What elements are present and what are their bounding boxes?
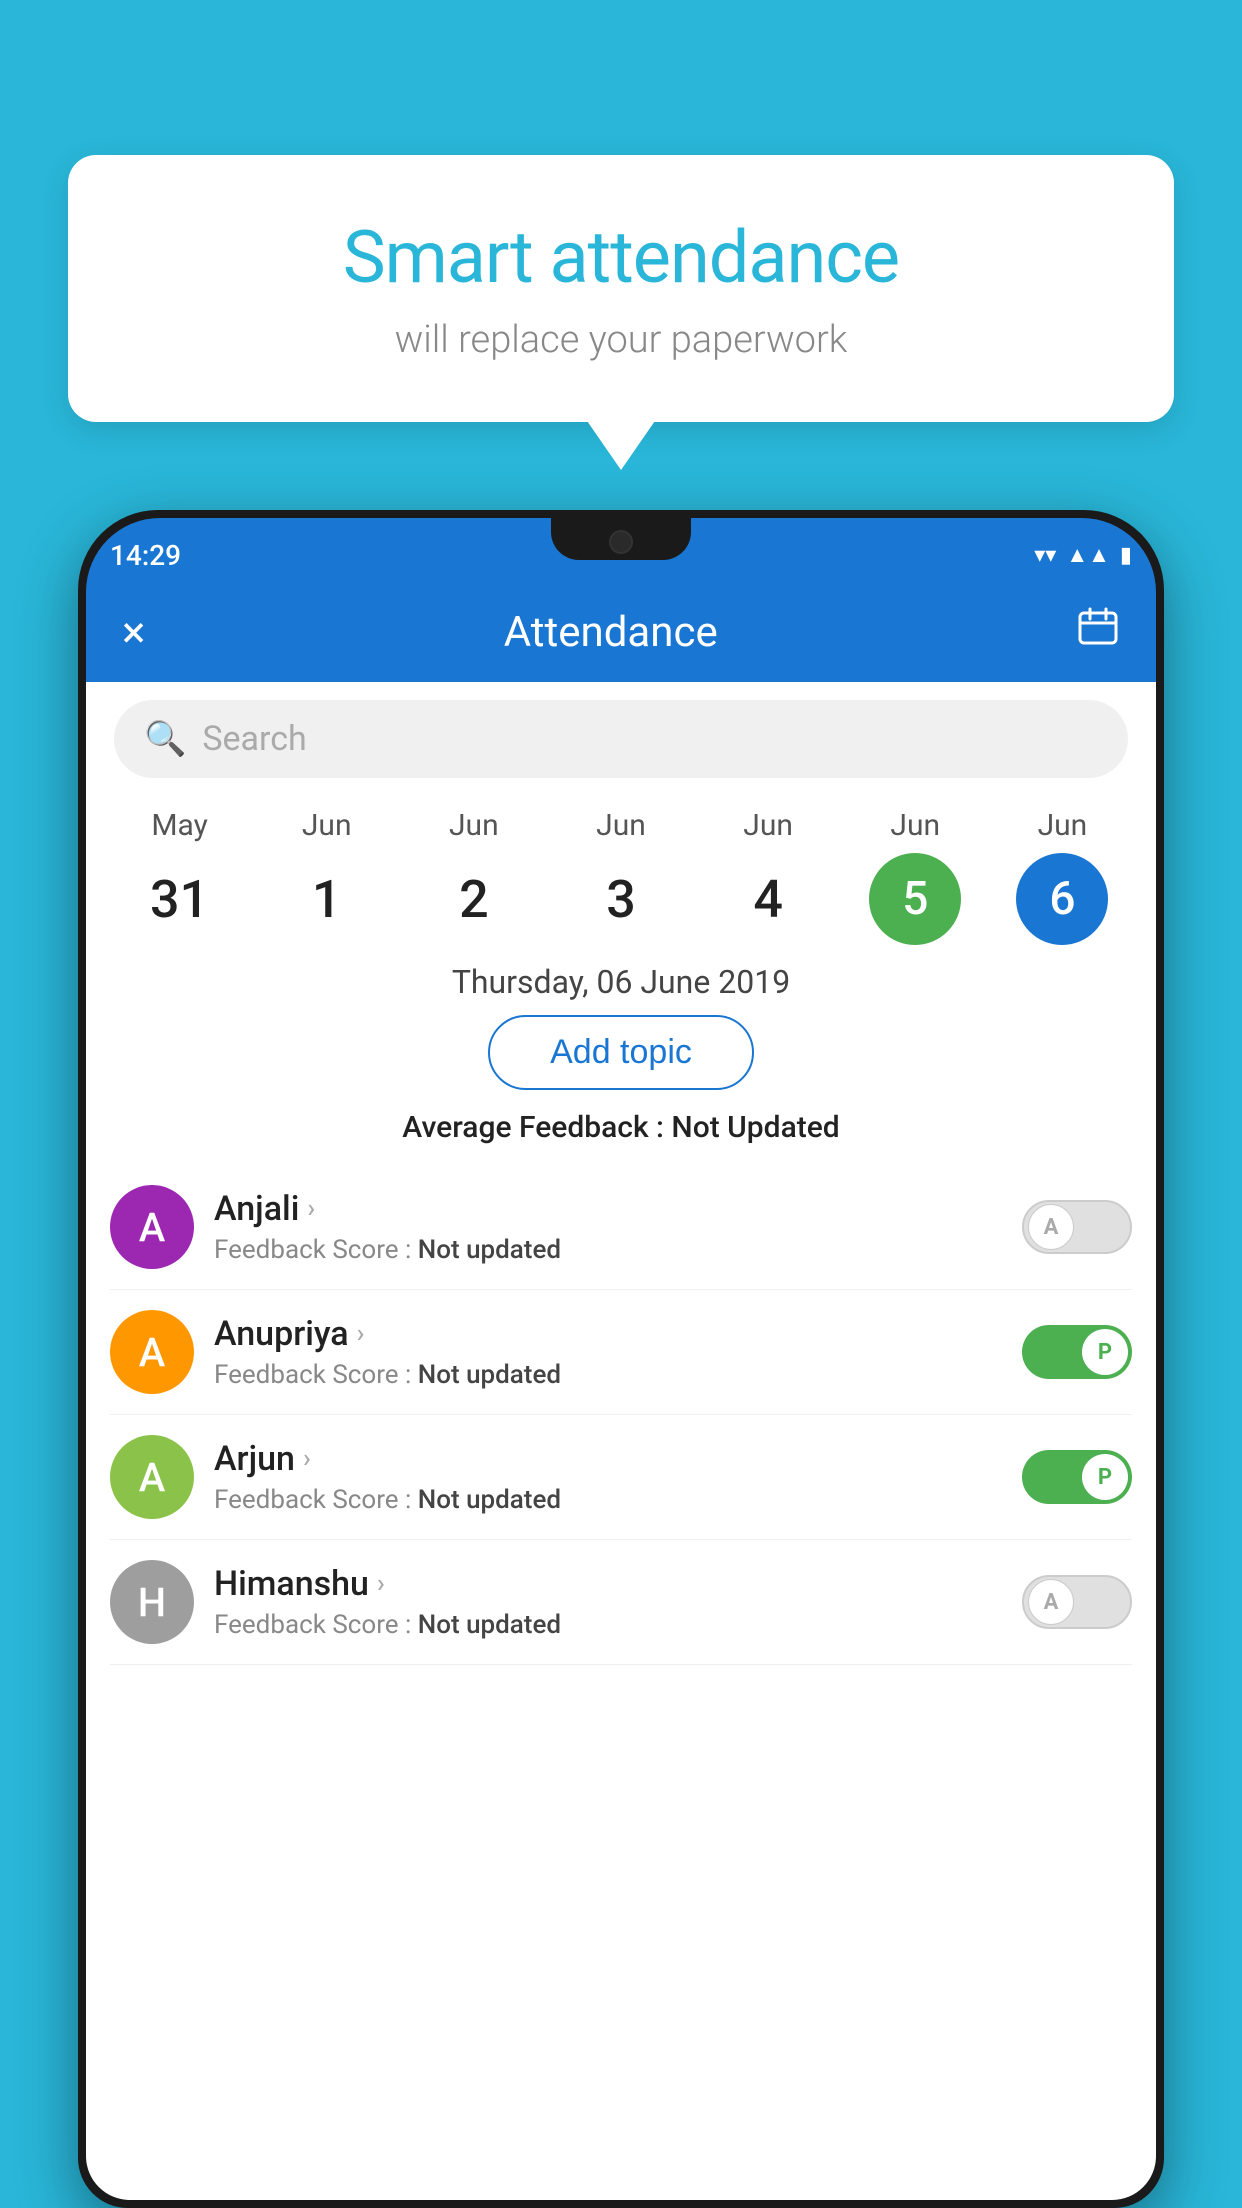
student-item-2: A Arjun › Feedback Score : Not updated P bbox=[110, 1415, 1132, 1540]
wifi-icon: ▾▾ bbox=[1034, 543, 1056, 568]
student-item-0: A Anjali › Feedback Score : Not updated A bbox=[110, 1165, 1132, 1290]
chevron-icon-1: › bbox=[357, 1319, 365, 1349]
student-info-1: Anupriya › Feedback Score : Not updated bbox=[214, 1314, 1002, 1390]
bubble-subtitle: will replace your paperwork bbox=[148, 318, 1094, 362]
student-item-1: A Anupriya › Feedback Score : Not updated P bbox=[110, 1290, 1132, 1415]
avatar-1: A bbox=[110, 1310, 194, 1394]
calendar-icon[interactable] bbox=[1076, 605, 1120, 659]
date-col-6[interactable]: Jun 6 bbox=[1002, 808, 1122, 945]
date-day-4[interactable]: 4 bbox=[722, 853, 814, 945]
avatar-2: A bbox=[110, 1435, 194, 1519]
date-col-3[interactable]: Jun 3 bbox=[561, 808, 681, 945]
date-month-6: Jun bbox=[1038, 808, 1088, 843]
avatar-0: A bbox=[110, 1185, 194, 1269]
avg-feedback-value: Not Updated bbox=[671, 1110, 839, 1145]
date-month-2: Jun bbox=[449, 808, 499, 843]
date-day-6[interactable]: 6 bbox=[1016, 853, 1108, 945]
student-name-3[interactable]: Himanshu › bbox=[214, 1564, 1002, 1604]
screen-content: 🔍 Search May 31 Jun 1 Jun 2 Jun 3 Jun 4 Jun 5 Jun 6 T… bbox=[86, 682, 1156, 2200]
date-month-4: Jun bbox=[743, 808, 793, 843]
toggle-0[interactable]: A bbox=[1022, 1200, 1132, 1254]
date-day-2[interactable]: 2 bbox=[428, 853, 520, 945]
app-bar-title: Attendance bbox=[504, 608, 718, 657]
date-month-5: Jun bbox=[890, 808, 940, 843]
feedback-value-2: Not updated bbox=[418, 1485, 561, 1515]
date-day-1[interactable]: 1 bbox=[281, 853, 373, 945]
speech-bubble-container: Smart attendance will replace your paper… bbox=[68, 155, 1174, 422]
chevron-icon-2: › bbox=[303, 1444, 311, 1474]
date-col-5[interactable]: Jun 5 bbox=[855, 808, 975, 945]
student-info-2: Arjun › Feedback Score : Not updated bbox=[214, 1439, 1002, 1515]
student-name-1[interactable]: Anupriya › bbox=[214, 1314, 1002, 1354]
date-day-5[interactable]: 5 bbox=[869, 853, 961, 945]
student-name-2[interactable]: Arjun › bbox=[214, 1439, 1002, 1479]
feedback-score-1: Feedback Score : Not updated bbox=[214, 1360, 1002, 1390]
selected-date-text: Thursday, 06 June 2019 bbox=[86, 963, 1156, 1001]
date-month-0: May bbox=[151, 808, 207, 843]
student-info-3: Himanshu › Feedback Score : Not updated bbox=[214, 1564, 1002, 1640]
search-placeholder: Search bbox=[202, 719, 306, 759]
toggle-3[interactable]: A bbox=[1022, 1575, 1132, 1629]
avatar-3: H bbox=[110, 1560, 194, 1644]
date-col-4[interactable]: Jun 4 bbox=[708, 808, 828, 945]
feedback-score-0: Feedback Score : Not updated bbox=[214, 1235, 1002, 1265]
battery-icon: ▮ bbox=[1120, 543, 1132, 568]
student-item-3: H Himanshu › Feedback Score : Not updated A bbox=[110, 1540, 1132, 1665]
student-info-0: Anjali › Feedback Score : Not updated bbox=[214, 1189, 1002, 1265]
bubble-title: Smart attendance bbox=[148, 215, 1094, 300]
date-month-1: Jun bbox=[302, 808, 352, 843]
date-col-2[interactable]: Jun 2 bbox=[414, 808, 534, 945]
app-bar: × Attendance bbox=[86, 582, 1156, 682]
date-col-0[interactable]: May 31 bbox=[120, 808, 240, 945]
phone-inner: 14:29 ▾▾ ▲▲ ▮ × Attendance bbox=[86, 518, 1156, 2200]
phone-notch bbox=[551, 518, 691, 560]
feedback-score-2: Feedback Score : Not updated bbox=[214, 1485, 1002, 1515]
search-container: 🔍 Search bbox=[86, 682, 1156, 796]
feedback-value-0: Not updated bbox=[418, 1235, 561, 1265]
student-name-0[interactable]: Anjali › bbox=[214, 1189, 1002, 1229]
phone-frame: 14:29 ▾▾ ▲▲ ▮ × Attendance bbox=[78, 510, 1164, 2208]
add-topic-button[interactable]: Add topic bbox=[488, 1015, 754, 1090]
toggle-1[interactable]: P bbox=[1022, 1325, 1132, 1379]
front-camera bbox=[609, 530, 633, 554]
date-day-0[interactable]: 31 bbox=[134, 853, 226, 945]
avg-feedback: Average Feedback : Not Updated bbox=[86, 1110, 1156, 1145]
search-bar[interactable]: 🔍 Search bbox=[114, 700, 1128, 778]
status-icons: ▾▾ ▲▲ ▮ bbox=[1034, 532, 1132, 568]
status-time: 14:29 bbox=[110, 529, 181, 572]
search-icon: 🔍 bbox=[144, 719, 186, 759]
feedback-score-3: Feedback Score : Not updated bbox=[214, 1610, 1002, 1640]
signal-icon: ▲▲ bbox=[1066, 542, 1110, 568]
date-picker: May 31 Jun 1 Jun 2 Jun 3 Jun 4 Jun 5 Jun 6 bbox=[86, 796, 1156, 945]
avg-feedback-label: Average Feedback : bbox=[402, 1110, 664, 1145]
date-day-3[interactable]: 3 bbox=[575, 853, 667, 945]
date-col-1[interactable]: Jun 1 bbox=[267, 808, 387, 945]
close-button[interactable]: × bbox=[122, 610, 145, 654]
chevron-icon-0: › bbox=[307, 1194, 315, 1224]
feedback-value-1: Not updated bbox=[418, 1360, 561, 1390]
chevron-icon-3: › bbox=[377, 1569, 385, 1599]
speech-bubble: Smart attendance will replace your paper… bbox=[68, 155, 1174, 422]
feedback-value-3: Not updated bbox=[418, 1610, 561, 1640]
toggle-2[interactable]: P bbox=[1022, 1450, 1132, 1504]
date-month-3: Jun bbox=[596, 808, 646, 843]
student-list: AAnjali ›Feedback Score : Not updatedAAA… bbox=[86, 1165, 1156, 1665]
